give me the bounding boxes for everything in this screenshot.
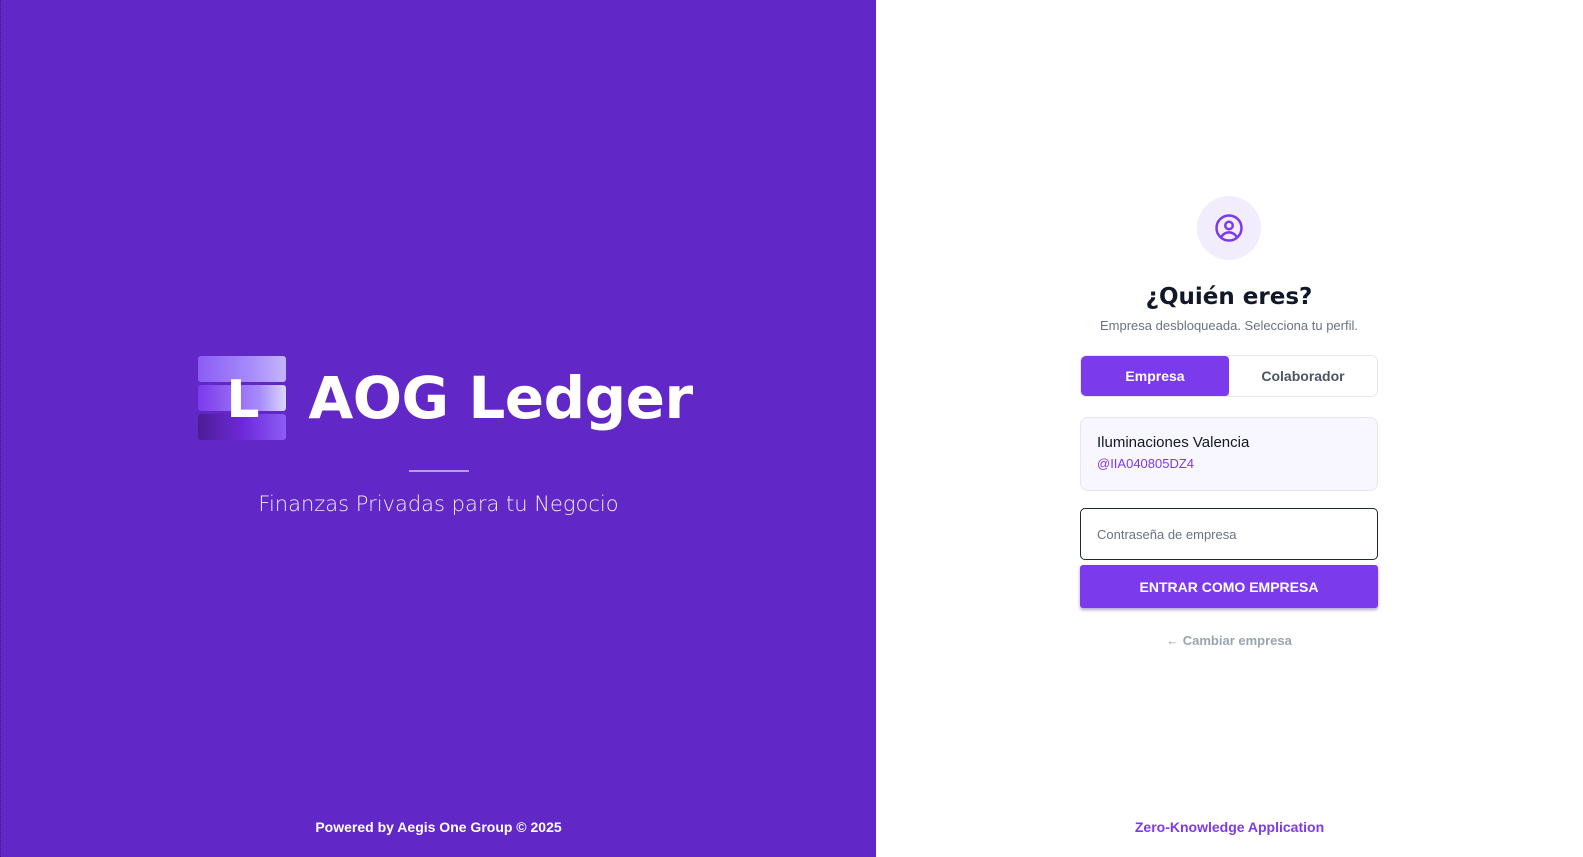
login-panel: ¿Quién eres? Empresa desbloqueada. Selec…: [876, 0, 1583, 857]
page-subtitle: Empresa desbloqueada. Selecciona tu perf…: [1100, 318, 1358, 333]
avatar: [1197, 196, 1261, 260]
user-circle-icon: [1215, 214, 1243, 242]
page-title: ¿Quién eres?: [1145, 284, 1313, 310]
company-handle: @IIA040805DZ4: [1097, 456, 1195, 471]
change-company-link[interactable]: ← Cambiar empresa: [1166, 633, 1292, 648]
brand-block: L AOG Ledger Finanzas Privadas para tu N…: [1, 356, 876, 516]
brand-divider: [408, 470, 469, 472]
tab-colaborador[interactable]: Colaborador: [1229, 356, 1377, 396]
zero-knowledge-footer: Zero-Knowledge Application: [1134, 819, 1325, 835]
login-page: L AOG Ledger Finanzas Privadas para tu N…: [0, 0, 1583, 857]
brand-header: L AOG Ledger: [198, 356, 693, 440]
company-name: Iluminaciones Valencia: [1097, 434, 1250, 451]
brand-panel: L AOG Ledger Finanzas Privadas para tu N…: [0, 0, 876, 857]
brand-footer: Powered by Aegis One Group © 2025: [315, 819, 562, 835]
profile-tabs: Empresa Colaborador: [1080, 355, 1378, 397]
company-password-input[interactable]: [1080, 508, 1378, 560]
app-logo: L: [198, 356, 287, 440]
tab-empresa[interactable]: Empresa: [1081, 356, 1229, 396]
login-card: ¿Quién eres? Empresa desbloqueada. Selec…: [1080, 196, 1378, 648]
logo-letter: L: [226, 370, 260, 430]
company-card: Iluminaciones Valencia @IIA040805DZ4: [1080, 417, 1378, 491]
brand-tagline: Finanzas Privadas para tu Negocio: [258, 492, 619, 516]
app-name: AOG Ledger: [308, 364, 693, 432]
enter-as-company-button[interactable]: ENTRAR COMO EMPRESA: [1080, 565, 1378, 608]
